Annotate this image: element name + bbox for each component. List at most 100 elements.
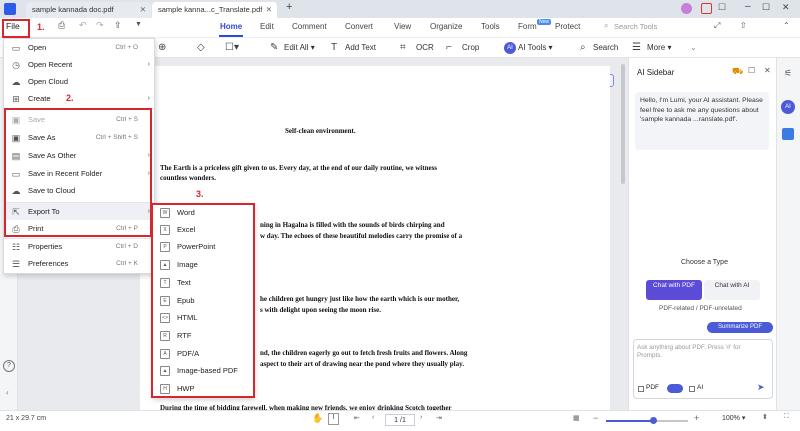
crop-button[interactable]: Crop <box>462 41 479 55</box>
fullscreen-icon[interactable]: ⛶ <box>784 413 789 421</box>
export-hwp[interactable]: H HWP <box>153 380 253 398</box>
quick-access-dropdown-icon[interactable]: ▼ <box>135 21 142 28</box>
export-image-based-pdf[interactable]: ▲ Image-based PDF <box>153 362 253 380</box>
menu-item-create[interactable]: ⊞ Create › <box>4 90 154 107</box>
ai-tools-button[interactable]: AI Tools ▾ <box>518 41 553 55</box>
zoom-select[interactable]: 100% ▾ <box>722 414 745 422</box>
menu-tools[interactable]: Tools <box>481 22 500 31</box>
menu-convert[interactable]: Convert <box>345 22 373 31</box>
send-icon[interactable]: ➤ <box>757 382 765 393</box>
first-page-icon[interactable]: ⇤ <box>354 414 360 422</box>
collapse-left-icon[interactable]: ‹ <box>6 388 9 397</box>
redo-icon[interactable]: ↷ <box>96 20 104 31</box>
translate-panel-icon[interactable] <box>782 128 794 140</box>
menu-item-preferences[interactable]: ☰ Preferences Ctrl + K <box>4 255 154 272</box>
menu-item-save-as[interactable]: ▣ Save As Ctrl + Shift + S <box>4 129 154 146</box>
menu-item-export-to[interactable]: ⇱ Export To › <box>4 203 154 220</box>
export-pdfa[interactable]: A PDF/A <box>153 345 253 363</box>
search-button[interactable]: Search <box>593 41 618 55</box>
new-tab-icon[interactable]: + <box>286 1 292 13</box>
menu-form[interactable]: Form <box>518 22 537 31</box>
notification-icon[interactable]: ☐ <box>718 2 726 13</box>
search-tools-input[interactable]: Search Tools <box>614 22 657 31</box>
next-page-icon[interactable]: › <box>420 414 422 421</box>
export-excel[interactable]: X Excel <box>153 221 253 239</box>
last-page-icon[interactable]: ⇥ <box>436 414 442 422</box>
zoom-out-icon[interactable]: − <box>593 413 598 423</box>
menu-item-open[interactable]: ▭ Open Ctrl + O <box>4 39 154 56</box>
ai-assistant-icon[interactable]: AI <box>781 100 795 114</box>
menu-item-open-cloud[interactable]: ☁ Open Cloud <box>4 73 154 90</box>
zoom-slider-thumb[interactable] <box>650 417 657 424</box>
menu-item-save-recent-folder[interactable]: ▭ Save in Recent Folder › <box>4 165 154 182</box>
menu-item-save[interactable]: ▣ Save Ctrl + S <box>4 111 154 128</box>
menu-organize[interactable]: Organize <box>430 22 462 31</box>
gift-icon[interactable] <box>701 3 712 14</box>
print-icon[interactable]: ⎙ <box>58 20 65 31</box>
ai-checkbox[interactable] <box>689 386 695 392</box>
ocr-icon[interactable]: ⌗ <box>400 41 406 55</box>
sidebar-menu-icon[interactable]: ☐ <box>748 66 755 75</box>
prev-page-icon[interactable]: ‹ <box>372 414 374 421</box>
tab-sample-kannada-translate[interactable]: sample kanna...c_Translate.pdf ✕ <box>152 2 277 18</box>
upload-icon[interactable]: ⇧ <box>740 21 747 30</box>
file-menu-button[interactable]: File <box>6 21 20 31</box>
crop-icon[interactable]: ⌐ <box>446 41 452 55</box>
menu-item-save-to-cloud[interactable]: ☁ Save to Cloud <box>4 182 154 199</box>
cart-icon[interactable]: ⛟ <box>732 66 743 78</box>
export-image[interactable]: ▲ Image <box>153 256 253 274</box>
app-logo-icon[interactable] <box>4 3 16 15</box>
close-window-icon[interactable]: ✕ <box>782 2 790 13</box>
menu-home[interactable]: Home <box>220 22 242 31</box>
zoom-in-icon[interactable]: ⊕ <box>158 41 166 55</box>
export-word[interactable]: W Word <box>153 204 253 222</box>
summarize-pdf-button[interactable]: Summarize PDF <box>707 322 773 333</box>
collapse-ribbon-icon[interactable]: ⌃ <box>783 21 790 30</box>
chat-with-pdf-button[interactable]: Chat with PDF <box>646 280 702 300</box>
page-indicator-input[interactable]: 1 /1 <box>385 414 415 426</box>
export-html[interactable]: <> HTML <box>153 309 253 327</box>
share-icon[interactable]: ⇪ <box>114 20 122 31</box>
highlight-icon[interactable]: ◇ <box>197 41 205 55</box>
tab-sample-kannada-doc[interactable]: sample kannada doc.pdf ✕ <box>26 2 151 18</box>
ai-tools-icon[interactable]: AI <box>504 42 516 54</box>
add-text-button[interactable]: Add Text <box>345 41 376 55</box>
settings-sliders-icon[interactable]: ⚟ <box>784 68 792 79</box>
menu-edit[interactable]: Edit <box>260 22 274 31</box>
page-view-icon[interactable]: ▦ <box>573 414 580 422</box>
search-icon[interactable]: ⌕ <box>580 41 586 55</box>
export-epub[interactable]: E Epub <box>153 292 253 310</box>
edit-all-button[interactable]: Edit All ▾ <box>284 41 315 55</box>
menu-item-open-recent[interactable]: ◷ Open Recent › <box>4 56 154 73</box>
doc-scrollbar[interactable] <box>621 64 625 184</box>
menu-item-properties[interactable]: ☷ Properties Ctrl + D <box>4 238 154 255</box>
hand-tool-icon[interactable]: ✋ <box>312 413 323 424</box>
export-rtf[interactable]: R RTF <box>153 327 253 345</box>
pdf-checkbox[interactable] <box>638 386 644 392</box>
menu-item-print[interactable]: ⎙ Print Ctrl + P <box>4 220 154 237</box>
close-tab-icon[interactable]: ✕ <box>140 2 146 18</box>
menu-view[interactable]: View <box>394 22 411 31</box>
close-sidebar-icon[interactable]: ✕ <box>764 66 771 75</box>
help-icon[interactable]: ? <box>3 360 15 372</box>
export-text[interactable]: T Text <box>153 274 253 292</box>
maximize-icon[interactable]: ☐ <box>762 2 770 13</box>
avatar[interactable] <box>681 3 692 14</box>
add-text-icon[interactable]: T <box>331 41 337 55</box>
zoom-in-status-icon[interactable]: + <box>694 413 699 423</box>
ocr-button[interactable]: OCR <box>416 41 434 55</box>
pdf-ai-toggle[interactable] <box>667 384 683 393</box>
select-tool-icon[interactable]: I <box>328 413 339 425</box>
chat-with-ai-button[interactable]: Chat with AI <box>704 280 760 300</box>
edit-all-icon[interactable]: ✎ <box>270 41 278 55</box>
expand-ribbon-icon[interactable]: ⤢ <box>714 21 720 31</box>
toolbar-collapse-icon[interactable]: ⌄ <box>690 41 697 55</box>
fit-page-icon[interactable]: ⬍ <box>762 413 768 421</box>
minimize-icon[interactable]: – <box>745 1 751 12</box>
menu-item-save-as-other[interactable]: ▤ Save As Other › <box>4 147 154 164</box>
shape-icon[interactable]: ☐▾ <box>225 41 239 55</box>
more-icon[interactable]: ☰ <box>632 41 641 55</box>
export-powerpoint[interactable]: P PowerPoint <box>153 238 253 256</box>
close-tab-icon[interactable]: ✕ <box>266 2 272 18</box>
menu-protect[interactable]: Protect <box>555 22 580 31</box>
